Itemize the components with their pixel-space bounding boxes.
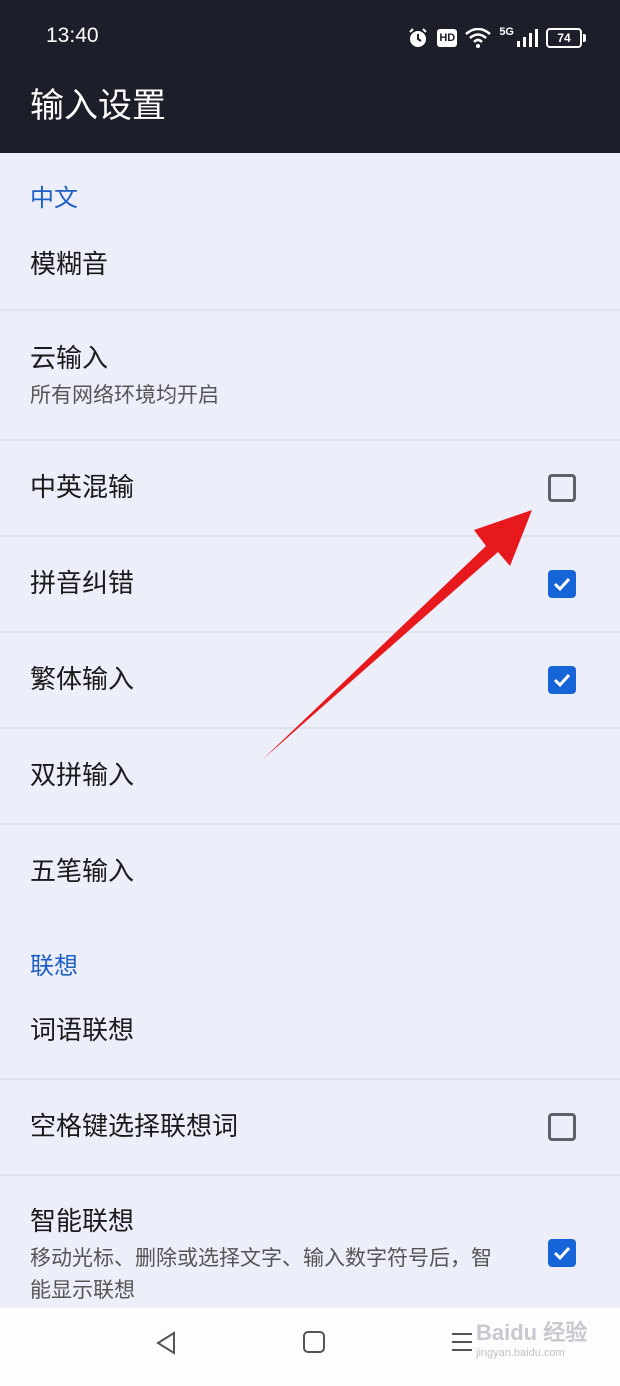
watermark-brand: Baidu 经验 [476, 1320, 588, 1345]
annotation-arrow-icon [262, 510, 532, 760]
watermark-url: jingyan.baidu.com [476, 1347, 565, 1359]
home-icon[interactable] [302, 1330, 326, 1358]
back-icon[interactable] [154, 1330, 180, 1360]
watermark: Baidu 经验 jingyan.baidu.com [476, 1320, 587, 1360]
menu-icon[interactable] [450, 1330, 474, 1358]
